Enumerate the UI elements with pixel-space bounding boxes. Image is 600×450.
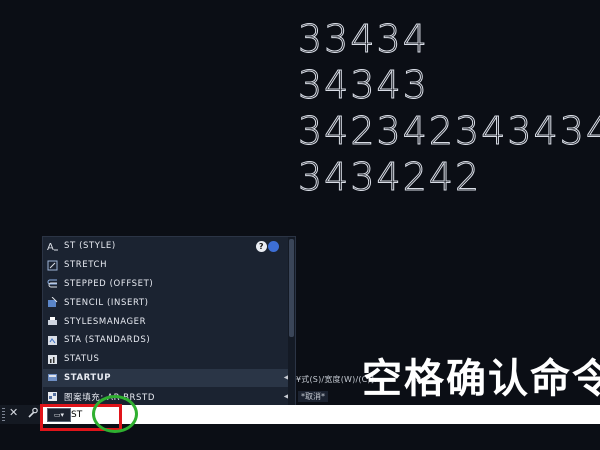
insert-block-icon	[47, 297, 58, 308]
autocomplete-item-label: STEPPED (OFFSET)	[64, 278, 154, 289]
autocomplete-item-status[interactable]: STATUS	[43, 350, 295, 369]
status-icon	[47, 354, 58, 365]
autocomplete-item-stylesmanager[interactable]: STYLESMANAGER	[43, 312, 295, 331]
video-caption: 空格确认命令	[362, 356, 600, 402]
autocomplete-item-stencil[interactable]: STENCIL (INSERT)	[43, 293, 295, 312]
scrollbar-thumb[interactable]	[289, 239, 294, 337]
cancel-hint: *取消*	[298, 391, 328, 402]
autocomplete-item-label: ST (STYLE)	[64, 241, 116, 252]
autocomplete-item-stepped[interactable]: STEPPED (OFFSET)	[43, 275, 295, 294]
drawing-text-line: 33434	[297, 17, 429, 62]
customize-wrench-icon[interactable]	[27, 407, 38, 421]
help-icon[interactable]: ?	[256, 241, 267, 252]
command-autocomplete-list: A ST (STYLE) ? STRETCH STEPPED (OFFSET) …	[42, 236, 296, 408]
drawing-text-line: 3423423434343	[297, 109, 600, 154]
standards-icon	[47, 335, 58, 346]
autocomplete-item-label: STA (STANDARDS)	[64, 335, 151, 346]
autocomplete-item-style[interactable]: A ST (STYLE) ?	[43, 237, 295, 256]
autocomplete-item-label: STARTUP	[64, 372, 112, 383]
globe-icon[interactable]	[268, 241, 279, 252]
autocomplete-item-label: STATUS	[64, 354, 100, 365]
svg-text:A: A	[47, 242, 54, 252]
command-line-controls: ✕	[0, 405, 40, 424]
autocomplete-item-label: STENCIL (INSERT)	[64, 297, 149, 308]
startup-icon	[47, 372, 58, 383]
text-style-icon: A	[47, 241, 58, 252]
hatch-icon	[47, 391, 58, 402]
drag-grip-icon[interactable]	[2, 408, 5, 421]
autocomplete-item-startup[interactable]: STARTUP ◀	[43, 368, 295, 388]
drawing-text-entity[interactable]: 33434 34343 3423423434343 3434242	[297, 16, 600, 200]
drawing-text-line: 3434242	[297, 155, 482, 200]
cursor-highlight-circle	[92, 395, 138, 433]
autocomplete-scrollbar[interactable]	[288, 237, 295, 407]
autocomplete-item-stretch[interactable]: STRETCH	[43, 256, 295, 275]
stretch-icon	[47, 260, 58, 271]
plot-style-icon	[47, 316, 58, 327]
drawing-text-line: 34343	[297, 63, 429, 108]
autocomplete-item-standards[interactable]: STA (STANDARDS)	[43, 331, 295, 350]
offset-icon	[47, 278, 58, 289]
close-icon[interactable]: ✕	[9, 406, 18, 419]
autocomplete-item-label: STYLESMANAGER	[64, 316, 147, 327]
autocomplete-item-label: STRETCH	[64, 260, 108, 271]
